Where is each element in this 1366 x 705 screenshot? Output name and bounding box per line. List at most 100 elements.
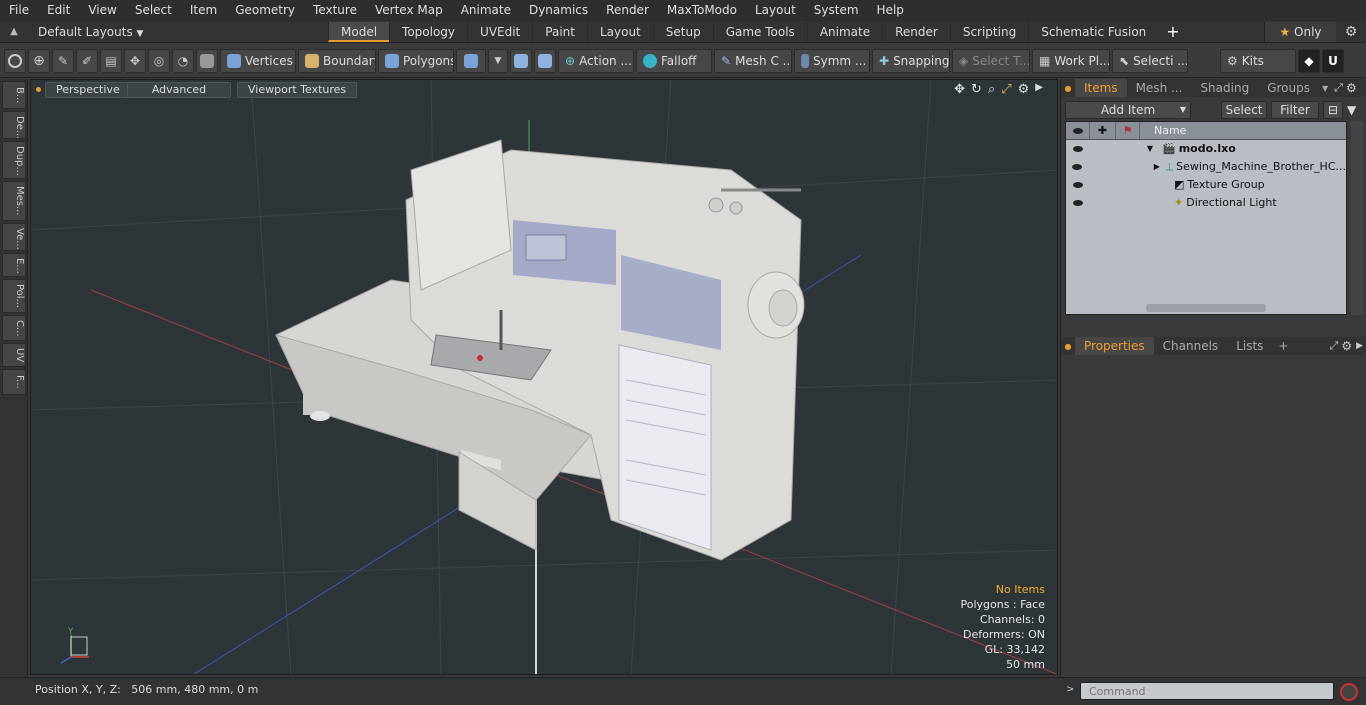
- tab-schematic-fusion[interactable]: Schematic Fusion: [1028, 21, 1158, 42]
- tab-setup[interactable]: Setup: [652, 21, 713, 42]
- menu-edit[interactable]: Edit: [38, 0, 79, 21]
- tab-render[interactable]: Render: [882, 21, 950, 42]
- work-plane-button[interactable]: ▦ Work Pl...: [1032, 48, 1110, 73]
- tab-fusion[interactable]: F...: [2, 369, 26, 395]
- pan-icon[interactable]: ✥: [954, 82, 965, 97]
- items-list-scrollbar[interactable]: [1146, 304, 1266, 312]
- tab-duplicate[interactable]: Dup...: [2, 141, 26, 179]
- default-layouts-dropdown[interactable]: Default Layouts ▼: [28, 25, 328, 39]
- chevron-down-icon[interactable]: ▼: [1319, 84, 1331, 93]
- clock-icon[interactable]: ◔: [172, 48, 194, 73]
- tab-vertex[interactable]: Ve...: [2, 223, 26, 251]
- shield-icon[interactable]: [196, 48, 218, 73]
- visibility-column-icon[interactable]: [1066, 122, 1090, 139]
- record-icon[interactable]: [1340, 683, 1358, 701]
- tab-topology[interactable]: Topology: [389, 21, 467, 42]
- tree-row-mesh[interactable]: ▶ ⟂ Sewing_Machine_Brother_HC...: [1066, 158, 1346, 176]
- add-tab-button[interactable]: +: [1158, 22, 1187, 41]
- tab-uvedit[interactable]: UVEdit: [467, 21, 532, 42]
- chevron-down-icon[interactable]: ▼: [488, 48, 508, 73]
- gear-icon[interactable]: ⚙: [1346, 81, 1357, 95]
- tree-row-texture-group[interactable]: ◩ Texture Group: [1066, 176, 1346, 194]
- unreal-icon[interactable]: U: [1322, 48, 1344, 73]
- expand-icon[interactable]: ⤢: [1331, 81, 1346, 95]
- eye-icon[interactable]: [1066, 176, 1090, 194]
- falloff-button[interactable]: Falloff: [636, 48, 712, 73]
- tab-mesh[interactable]: Mesh ...: [1127, 79, 1192, 97]
- tab-basic[interactable]: B...: [2, 81, 26, 109]
- symmetry-button[interactable]: Symm ...: [794, 48, 870, 73]
- menu-layout[interactable]: Layout: [746, 0, 805, 21]
- tab-game-tools[interactable]: Game Tools: [712, 21, 807, 42]
- menu-select[interactable]: Select: [126, 0, 181, 21]
- tab-channels[interactable]: Channels: [1154, 337, 1228, 355]
- lock-column-icon[interactable]: ✚: [1090, 122, 1116, 139]
- command-expand-icon[interactable]: >: [1066, 684, 1074, 695]
- tab-items[interactable]: Items: [1075, 79, 1127, 97]
- vertices-button[interactable]: Vertices: [220, 48, 296, 73]
- menu-view[interactable]: View: [79, 0, 125, 21]
- tab-uv[interactable]: UV: [2, 343, 26, 367]
- viewport-shading-button[interactable]: Advanced: [127, 82, 231, 98]
- tab-groups[interactable]: Groups: [1258, 79, 1319, 97]
- add-tab-button[interactable]: +: [1272, 339, 1294, 353]
- viewport-perspective-button[interactable]: Perspective: [45, 82, 131, 98]
- name-column-header[interactable]: Name: [1140, 122, 1186, 139]
- menu-maxtomodo[interactable]: MaxToModo: [658, 0, 746, 21]
- only-toggle[interactable]: ★ Only: [1264, 21, 1336, 42]
- menu-file[interactable]: File: [0, 0, 38, 21]
- expand-icon[interactable]: ⤢: [1327, 339, 1342, 353]
- layout-collapse-icon[interactable]: ▲: [0, 26, 28, 37]
- select-mode-circle-icon[interactable]: [4, 48, 26, 73]
- eye-icon[interactable]: [1066, 158, 1088, 176]
- viewport-textures-button[interactable]: Viewport Textures: [237, 82, 358, 98]
- mesh-constraint-button[interactable]: ✎ Mesh C ...: [714, 48, 792, 73]
- material-icon[interactable]: [510, 48, 532, 73]
- tab-properties[interactable]: Properties: [1075, 337, 1154, 355]
- tab-layout[interactable]: Layout: [586, 21, 653, 42]
- item-mode-icon[interactable]: [456, 48, 486, 73]
- items-panel-vscroll[interactable]: [1351, 121, 1363, 315]
- expand-arrow-icon[interactable]: ▶: [1144, 158, 1160, 176]
- tab-edge[interactable]: E...: [2, 253, 26, 277]
- gear-icon[interactable]: ⚙: [1336, 24, 1366, 40]
- collapse-icon[interactable]: ⊟: [1323, 101, 1343, 119]
- globe-icon[interactable]: ⊕: [28, 48, 50, 73]
- tab-shading[interactable]: Shading: [1191, 79, 1258, 97]
- play-icon[interactable]: ▶: [1035, 82, 1043, 97]
- play-icon[interactable]: ▶: [1352, 341, 1366, 351]
- boundary-button[interactable]: Boundary: [298, 48, 376, 73]
- menu-geometry[interactable]: Geometry: [226, 0, 304, 21]
- gear-icon[interactable]: ⚙: [1018, 82, 1030, 97]
- menu-animate[interactable]: Animate: [452, 0, 520, 21]
- gear-icon[interactable]: ⚙: [1341, 339, 1352, 353]
- kits-button[interactable]: ⚙ Kits: [1220, 48, 1296, 73]
- zoom-icon[interactable]: ⌕: [988, 82, 995, 97]
- transform-icon[interactable]: ✥: [124, 48, 146, 73]
- target-icon[interactable]: ◎: [148, 48, 170, 73]
- tab-lists[interactable]: Lists: [1227, 337, 1272, 355]
- tab-scripting[interactable]: Scripting: [949, 21, 1028, 42]
- eye-icon[interactable]: [1066, 194, 1090, 212]
- tab-deform[interactable]: De...: [2, 111, 26, 139]
- eye-icon[interactable]: [1066, 140, 1090, 158]
- tab-curve[interactable]: C...: [2, 315, 26, 341]
- tab-model[interactable]: Model: [328, 21, 390, 42]
- menu-render[interactable]: Render: [597, 0, 658, 21]
- tree-row-directional-light[interactable]: ✦ Directional Light: [1066, 194, 1346, 212]
- add-item-button[interactable]: Add Item ▼: [1065, 101, 1191, 119]
- tab-mesh-edit[interactable]: Mes...: [2, 181, 26, 221]
- tree-row-scene[interactable]: ▼ 🎬 modo.lxo: [1066, 140, 1346, 158]
- command-input[interactable]: [1080, 682, 1334, 700]
- funnel-icon[interactable]: ▼: [1347, 103, 1356, 117]
- pen-icon[interactable]: ✎: [52, 48, 74, 73]
- menu-vertex-map[interactable]: Vertex Map: [366, 0, 452, 21]
- menu-help[interactable]: Help: [868, 0, 913, 21]
- brush-icon[interactable]: ✐: [76, 48, 98, 73]
- menu-item[interactable]: Item: [181, 0, 226, 21]
- menu-texture[interactable]: Texture: [304, 0, 366, 21]
- select-through-button[interactable]: ◈ Select T...: [952, 48, 1030, 73]
- pivot-icon[interactable]: [534, 48, 556, 73]
- menu-dynamics[interactable]: Dynamics: [520, 0, 597, 21]
- cube-icon[interactable]: ◆: [1298, 48, 1320, 73]
